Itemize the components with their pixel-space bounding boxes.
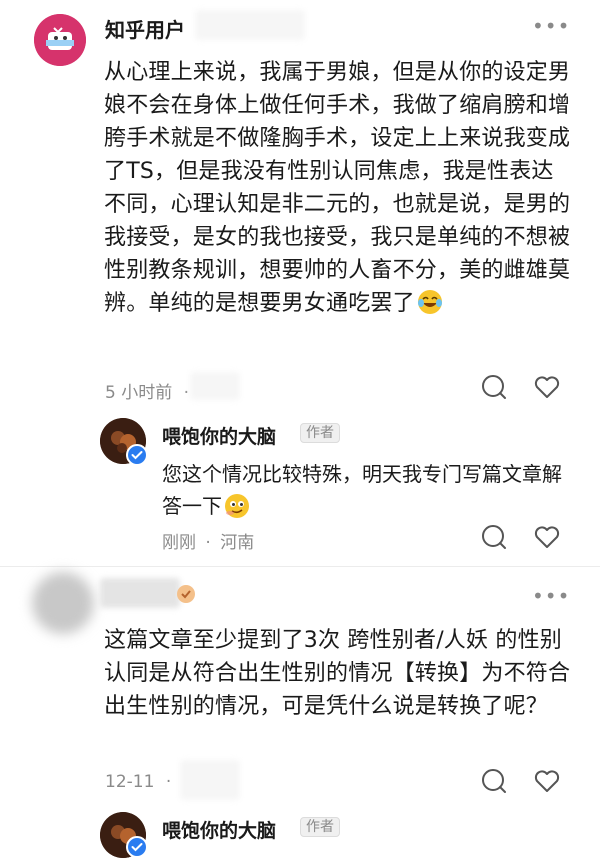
avatar[interactable] [34,14,86,66]
comment-time: 5 小时前 [105,383,173,403]
verified-icon [126,444,148,470]
comment-body: 从心理上来说，我属于男娘，但是从你的设定男娘不会在身体上做任何手术，我做了缩肩膀… [104,60,571,316]
more-icon[interactable]: ••• [532,14,570,38]
comment-text: 这篇文章至少提到了3次 跨性别者/人妖 的性别认同是从符合出生性别的情况【转换】… [104,624,574,723]
like-icon[interactable] [533,373,561,405]
reply-username[interactable]: 喂饱你的大脑 [162,816,276,843]
comment-time: 12-11 [105,772,155,792]
reply-body: 您这个情况比较特殊，明天我专门写篇文章解答一下 [162,462,562,518]
author-tag: 作者 [300,817,340,837]
comment-icon[interactable] [480,767,508,799]
badge-icon [176,584,196,608]
more-icon[interactable]: ••• [532,584,570,608]
laugh-cry-emoji [417,289,443,315]
like-icon[interactable] [533,523,561,555]
comment-meta: 12-11 · [105,772,171,792]
comment-icon[interactable] [480,373,508,405]
meta-separator: · [205,533,211,553]
meta-separator: · [165,772,172,792]
comment-meta: 5 小时前 · [105,378,189,403]
comment-icon[interactable] [480,523,508,555]
redacted-username [100,578,180,608]
verified-icon [126,836,148,862]
reply-meta: 刚刚 · 河南 [162,528,254,553]
redacted-username [195,10,305,40]
comment-text: 从心理上来说，我属于男娘，但是从你的设定男娘不会在身体上做任何手术，我做了缩肩膀… [104,56,574,320]
avatar-illustration [34,14,86,66]
comment-divider [0,566,600,567]
reply-username[interactable]: 喂饱你的大脑 [162,422,276,449]
comment-username[interactable]: 知乎用户 [105,14,185,43]
reply-location: 河南 [220,533,255,553]
redacted-location [190,372,240,400]
avatar[interactable] [32,572,94,634]
like-icon[interactable] [533,767,561,799]
meta-separator: · [183,383,190,403]
reply-text: 您这个情况比较特殊，明天我专门写篇文章解答一下 [162,458,562,522]
reply-time: 刚刚 [162,533,196,553]
comment-body: 这篇文章至少提到了3次 跨性别者/人妖 的性别认同是从符合出生性别的情况【转换】… [104,628,571,719]
redacted-location [180,760,240,800]
smirk-emoji [224,493,250,519]
author-tag: 作者 [300,423,340,443]
